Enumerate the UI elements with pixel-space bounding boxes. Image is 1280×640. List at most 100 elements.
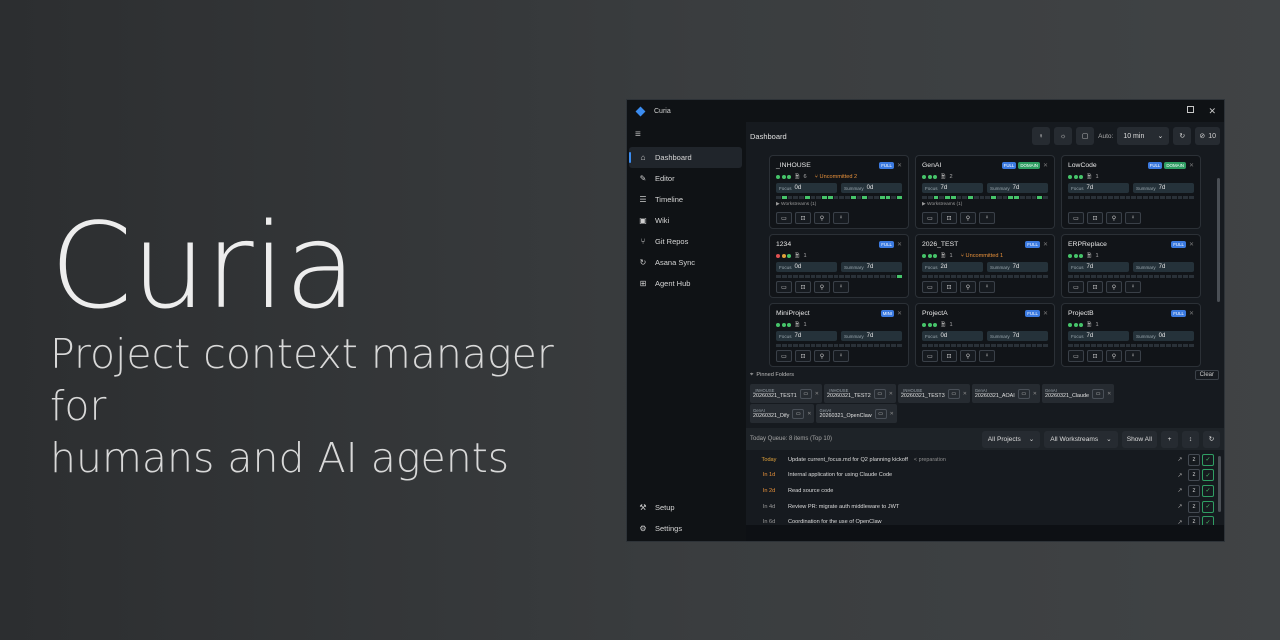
idea-button[interactable]: ♀ [979,212,995,224]
pinned-folder-chip[interactable]: GenAI 20260321_Dify ▭ ✕ [750,404,815,423]
sidebar-item-setup[interactable]: ⚒ Setup [629,497,742,518]
pinned-folder-chip[interactable]: _INHOUSE 20260321_TEST2 ▭ ✕ [823,384,896,403]
pin-button[interactable]: ⚲ [960,350,976,362]
uncommitted-status[interactable]: ⑂ Uncommitted 1 [961,253,1004,259]
sidebar-item-timeline[interactable]: ☰ Timeline [629,189,742,210]
pin-button[interactable]: ⚲ [814,281,830,293]
terminal-button[interactable]: ⊡ [941,212,957,224]
open-link-icon[interactable]: ↗ [1174,501,1186,513]
open-link-icon[interactable]: ↗ [1174,454,1186,466]
unpin-icon[interactable]: ✕ [815,391,819,397]
remove-project-icon[interactable]: ✕ [1043,310,1048,317]
folder-open-icon[interactable]: ▭ [799,388,812,399]
project-card[interactable]: ProjectB FULL ✕ 🗎 1 Focus 7d Summary 0d ▭ ⊡ ⚲ ♀ [1061,303,1201,367]
idea-button[interactable]: ♀ [833,212,849,224]
idea-button[interactable]: ♀ [979,350,995,362]
complete-button[interactable]: ✓ [1202,484,1214,497]
pin-button[interactable]: ⚲ [814,350,830,362]
pin-button[interactable]: ⚲ [1106,350,1122,362]
pin-button[interactable]: ⚲ [1106,212,1122,224]
complete-button[interactable]: ✓ [1202,469,1214,482]
open-folder-button[interactable]: ▭ [776,350,792,362]
folder-open-icon[interactable]: ▭ [792,408,805,419]
terminal-button[interactable]: ⊡ [1087,212,1103,224]
complete-button[interactable]: ✓ [1202,500,1214,513]
workstreams-toggle[interactable]: ▶ Workstreams (1) [922,202,1048,207]
hidden-projects-button[interactable]: ⊘ 10 [1195,127,1220,145]
snooze-button[interactable]: z [1188,500,1200,513]
theme-toggle-button[interactable]: ☼ [1054,127,1073,145]
open-folder-button[interactable]: ▭ [922,281,938,293]
uncommitted-status[interactable]: ⑂ Uncommitted 2 [815,174,858,180]
terminal-button[interactable]: ⊡ [795,350,811,362]
remove-project-icon[interactable]: ✕ [1189,241,1194,248]
open-link-icon[interactable]: ↗ [1174,485,1186,497]
open-folder-button[interactable]: ▭ [1068,212,1084,224]
pin-button[interactable]: ⚲ [1106,281,1122,293]
terminal-button[interactable]: ⊡ [795,212,811,224]
sort-button[interactable]: ↕ [1182,430,1199,448]
snooze-button[interactable]: z [1188,453,1200,466]
pinned-folder-chip[interactable]: GenAI 20260321_OpenClaw ▭ ✕ [816,404,897,423]
complete-button[interactable]: ✓ [1202,453,1214,466]
open-folder-button[interactable]: ▭ [1068,281,1084,293]
unpin-icon[interactable]: ✕ [1033,391,1037,397]
project-card[interactable]: GenAI FULL DOMAIN ✕ 🗎 2 Focus 7d Summary 7d ▶ Work… [915,155,1055,229]
pin-button[interactable]: ⚲ [814,212,830,224]
queue-row[interactable]: In 2d Read source code ↗ z ✓ [746,483,1224,499]
remove-project-icon[interactable]: ✕ [897,241,902,248]
remove-project-icon[interactable]: ✕ [1043,162,1048,169]
terminal-button[interactable]: ⊡ [941,350,957,362]
remove-project-icon[interactable]: ✕ [1189,162,1194,169]
pinned-folder-chip[interactable]: GenAI 20260321_AOAI ▭ ✕ [971,384,1040,403]
idea-button[interactable]: ♀ [979,281,995,293]
project-card[interactable]: MiniProject MINI ✕ 🗎 1 Focus 7d Summary 7d ▭ ⊡ ⚲ ♀ [769,303,909,367]
notes-button[interactable]: ▢ [1076,127,1095,145]
idea-button[interactable]: ♀ [1125,281,1141,293]
folder-open-icon[interactable]: ▭ [1092,388,1105,399]
pinned-folder-chip[interactable]: _INHOUSE 20260321_TEST1 ▭ ✕ [750,384,822,403]
terminal-button[interactable]: ⊡ [1087,281,1103,293]
maximize-icon[interactable] [1187,105,1195,113]
queue-refresh-button[interactable]: ↻ [1203,430,1220,448]
clear-pinned-button[interactable]: Clear [1194,370,1219,380]
project-card[interactable]: LowCode FULL DOMAIN ✕ 🗎 1 Focus 7d Summary 7d ▭ ⊡ ⚲ ♀ [1061,155,1201,229]
remove-project-icon[interactable]: ✕ [897,162,902,169]
open-folder-button[interactable]: ▭ [922,350,938,362]
remove-project-icon[interactable]: ✕ [1189,310,1194,317]
open-folder-button[interactable]: ▭ [776,212,792,224]
unpin-icon[interactable]: ✕ [807,411,811,417]
idea-button[interactable]: ♀ [1125,350,1141,362]
pin-button[interactable]: ⚲ [960,281,976,293]
idea-button[interactable]: ♀ [833,281,849,293]
project-card[interactable]: 2026_TEST FULL ✕ 🗎 1 ⑂ Uncommitted 1 Focus 2d Su… [915,234,1055,298]
open-folder-button[interactable]: ▭ [776,281,792,293]
sidebar-item-wiki[interactable]: ▣ Wiki [629,210,742,231]
pin-button[interactable]: ⚲ [960,212,976,224]
folder-open-icon[interactable]: ▭ [874,408,887,419]
queue-row[interactable]: Today Update current_focus.md for Q2 plan… [746,452,1224,468]
add-task-button[interactable]: + [1161,430,1178,448]
project-filter-select[interactable]: All Projects ⌄ [981,430,1041,448]
sidebar-item-dashboard[interactable]: ⌂ Dashboard [629,147,742,168]
folder-open-icon[interactable]: ▭ [1017,388,1030,399]
queue-row[interactable]: In 1d Internal application for using Clau… [746,468,1224,484]
auto-refresh-select[interactable]: 10 min ⌄ [1117,127,1170,145]
idea-button[interactable]: ♀ [1125,212,1141,224]
terminal-button[interactable]: ⊡ [795,281,811,293]
project-card[interactable]: 1234 FULL ✕ 🗎 1 Focus 0d Summary 7d ▭ ⊡ ⚲ ♀ [769,234,909,298]
project-card[interactable]: _INHOUSE FULL ✕ 🗎 6 ⑂ Uncommitted 2 Focus 0d Sum… [769,155,909,229]
sidebar-item-settings[interactable]: ⚙ Settings [629,518,742,539]
open-folder-button[interactable]: ▭ [922,212,938,224]
workstreams-toggle[interactable]: ▶ Workstreams (1) [776,202,902,207]
queue-scrollbar[interactable] [1218,456,1221,512]
cards-scrollbar[interactable] [1217,178,1220,302]
sidebar-item-git-repos[interactable]: ⑂ Git Repos [629,231,742,252]
folder-open-icon[interactable]: ▭ [873,388,886,399]
open-link-icon[interactable]: ↗ [1174,469,1186,481]
unpin-icon[interactable]: ✕ [890,411,894,417]
lightbulb-button[interactable]: ♀ [1032,127,1051,145]
terminal-button[interactable]: ⊡ [941,281,957,293]
remove-project-icon[interactable]: ✕ [897,310,902,317]
menu-toggle-icon[interactable]: ≡ [627,122,746,147]
